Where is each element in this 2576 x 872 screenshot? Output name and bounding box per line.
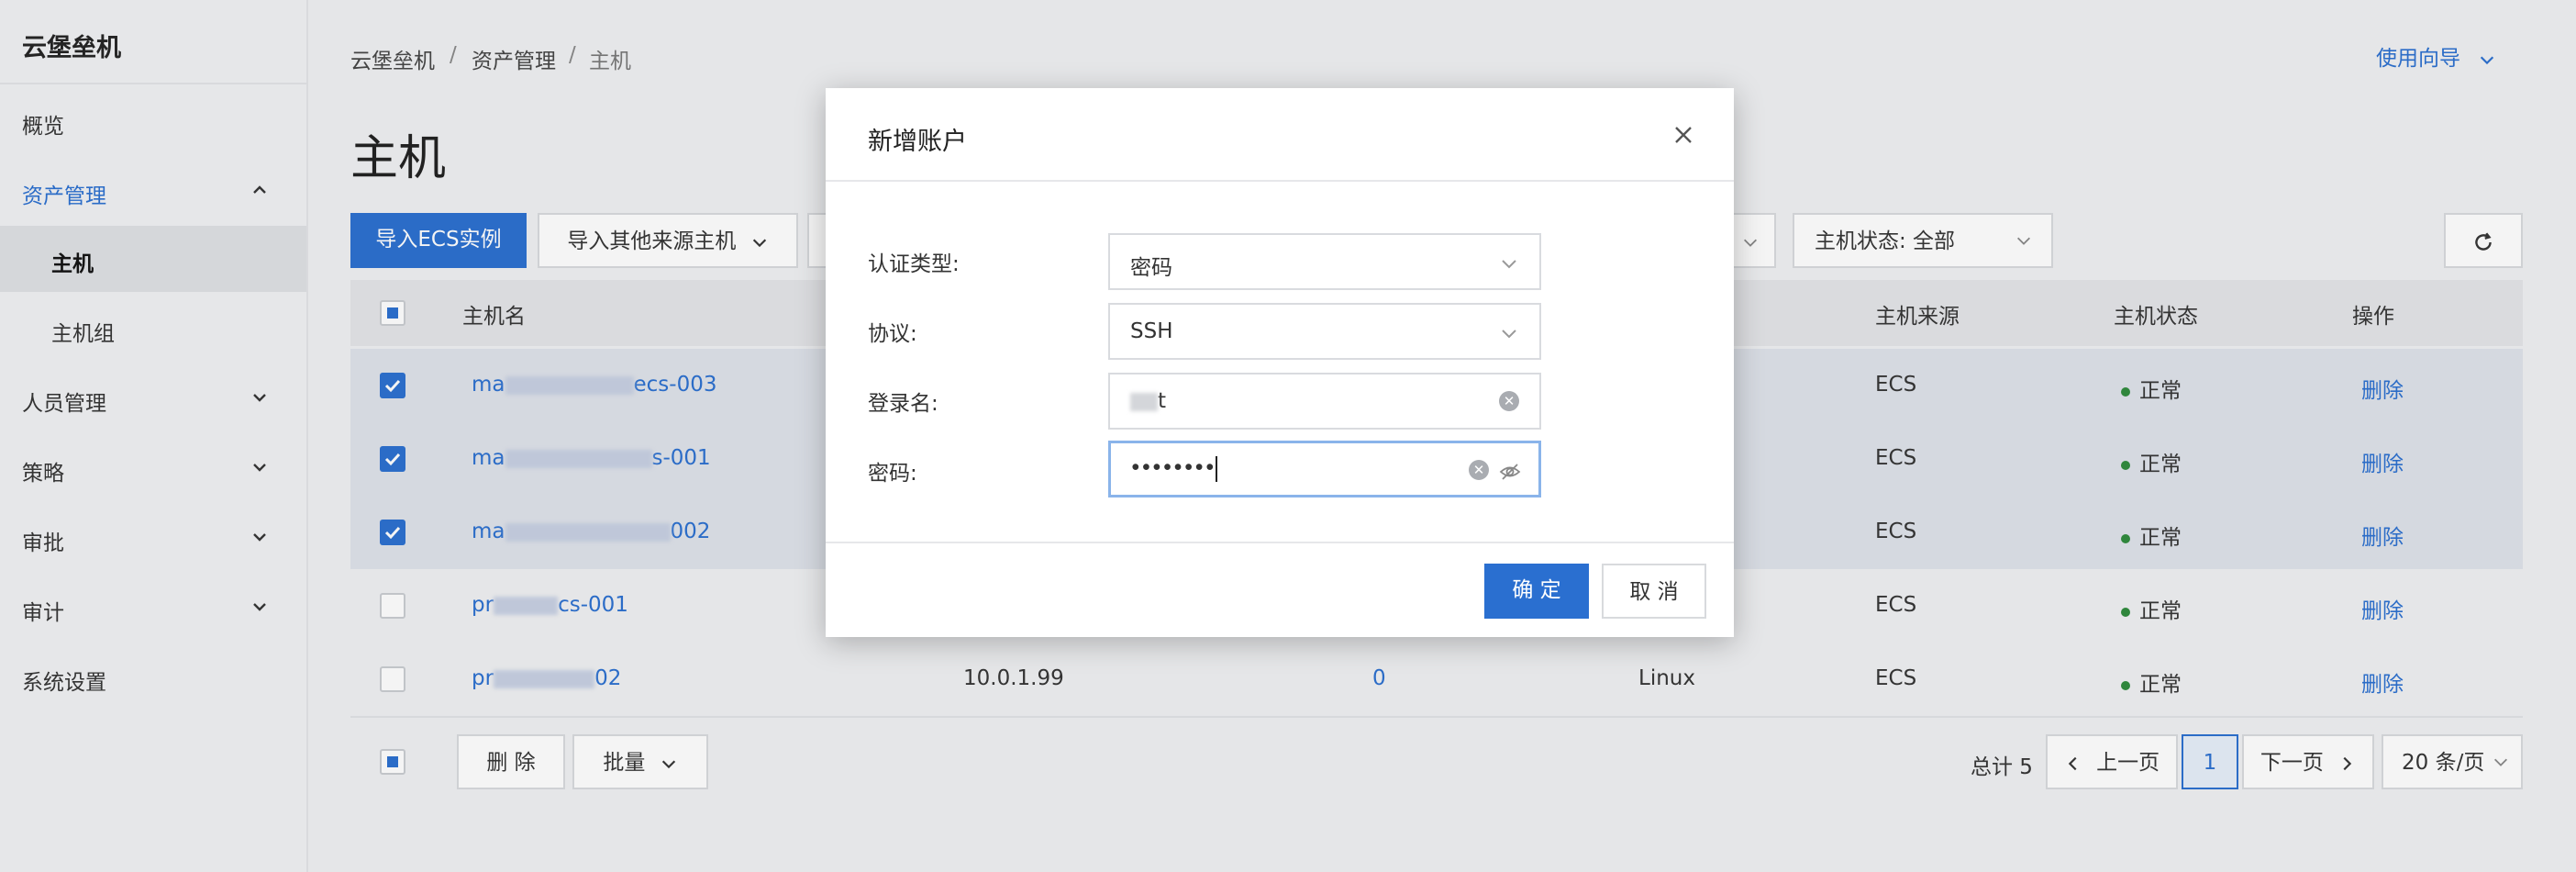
cancel-label: 取 消 bbox=[1629, 580, 1679, 604]
confirm-label: 确 定 bbox=[1512, 578, 1561, 602]
login-name-value: t bbox=[1130, 389, 1166, 413]
dialog-title: 新增账户 bbox=[868, 128, 967, 156]
add-account-dialog: 新增账户 认证类型: 密码 协议: SSH 登录名: t ✕ 密码: •••••… bbox=[826, 88, 1734, 637]
login-name-label: 登录名: bbox=[868, 392, 938, 416]
clear-icon[interactable]: ✕ bbox=[1499, 391, 1519, 411]
auth-type-label: 认证类型: bbox=[868, 252, 960, 276]
dialog-header-divider bbox=[826, 180, 1734, 182]
password-value: •••••••• bbox=[1129, 456, 1217, 482]
chevron-down-icon bbox=[1502, 330, 1516, 339]
protocol-label: 协议: bbox=[868, 322, 917, 346]
auth-type-value: 密码 bbox=[1130, 256, 1172, 280]
confirm-button[interactable]: 确 定 bbox=[1484, 564, 1589, 619]
password-label: 密码: bbox=[868, 462, 917, 486]
password-input[interactable]: •••••••• ✕ bbox=[1108, 441, 1541, 497]
redacted-blur bbox=[1130, 392, 1158, 411]
eye-off-icon[interactable] bbox=[1498, 460, 1522, 484]
dialog-footer-divider bbox=[826, 542, 1734, 543]
close-icon[interactable] bbox=[1670, 121, 1697, 149]
login-name-input[interactable]: t ✕ bbox=[1108, 373, 1541, 430]
password-mask: •••••••• bbox=[1129, 456, 1216, 481]
protocol-select[interactable]: SSH bbox=[1108, 303, 1541, 360]
auth-type-select[interactable]: 密码 bbox=[1108, 233, 1541, 290]
cancel-button[interactable]: 取 消 bbox=[1602, 564, 1706, 619]
chevron-down-icon bbox=[1502, 260, 1516, 269]
clear-icon[interactable]: ✕ bbox=[1469, 460, 1489, 480]
login-name-end: t bbox=[1158, 389, 1167, 413]
protocol-value: SSH bbox=[1130, 319, 1173, 343]
text-caret bbox=[1215, 456, 1217, 482]
